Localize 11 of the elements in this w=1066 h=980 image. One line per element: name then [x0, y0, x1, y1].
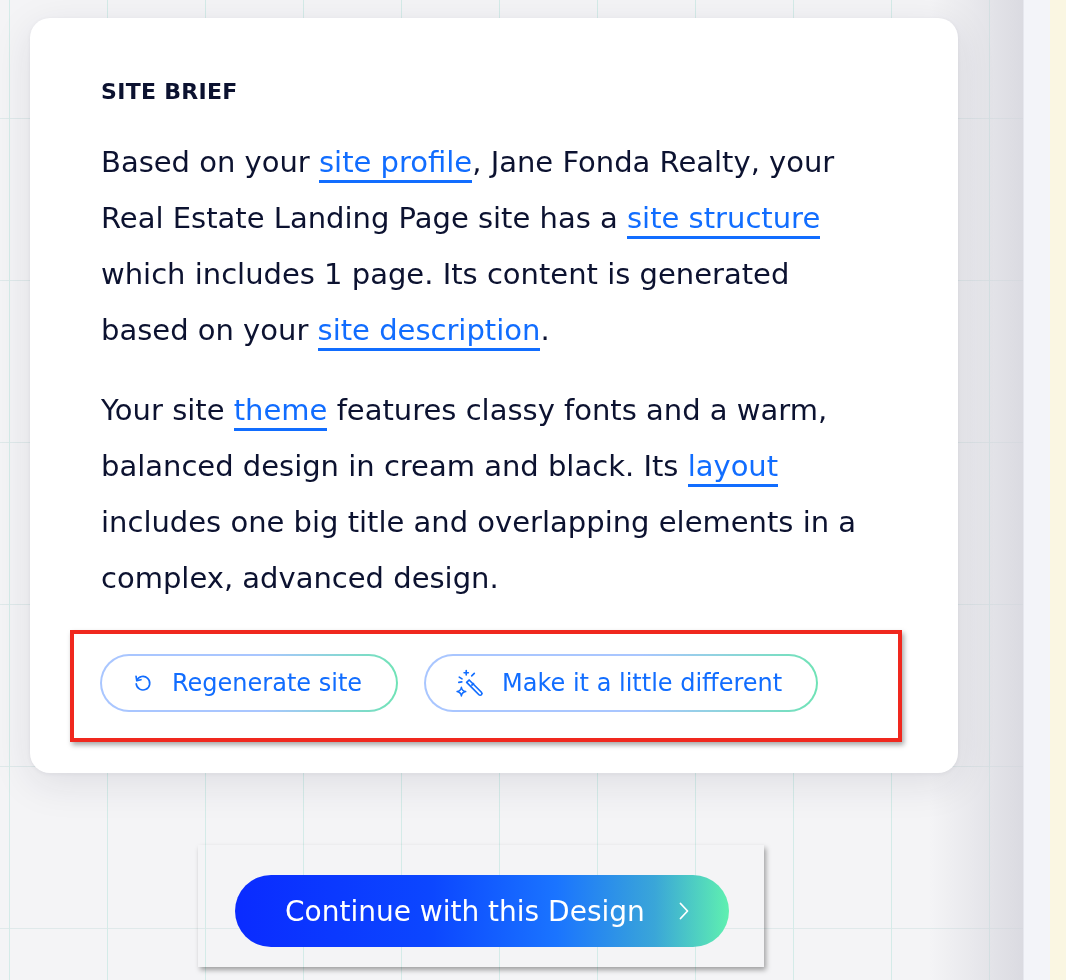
chevron-right-icon: [678, 902, 689, 920]
section-title: SITE BRIEF: [101, 78, 239, 106]
brief-paragraph: Based on your site profile, Jane Fonda Realty, your Real Estate Landing Page site has a site structure which includes 1 page. Its content is generated based on your site description.: [101, 134, 869, 358]
inline-link[interactable]: site description: [317, 313, 541, 351]
brief-paragraph: Your site theme features classy fonts and a warm, balanced design in cream and black. Its layout includes one big title and overlapping elements in a complex, advanced design.: [101, 392, 858, 597]
inline-link[interactable]: layout: [687, 449, 779, 487]
magic-wand-icon: [456, 669, 485, 697]
continue-button[interactable]: Continue with this Design: [235, 875, 729, 947]
inline-link[interactable]: theme: [233, 393, 328, 431]
inline-link[interactable]: site structure: [627, 201, 821, 239]
inline-link[interactable]: site profile: [319, 145, 473, 183]
